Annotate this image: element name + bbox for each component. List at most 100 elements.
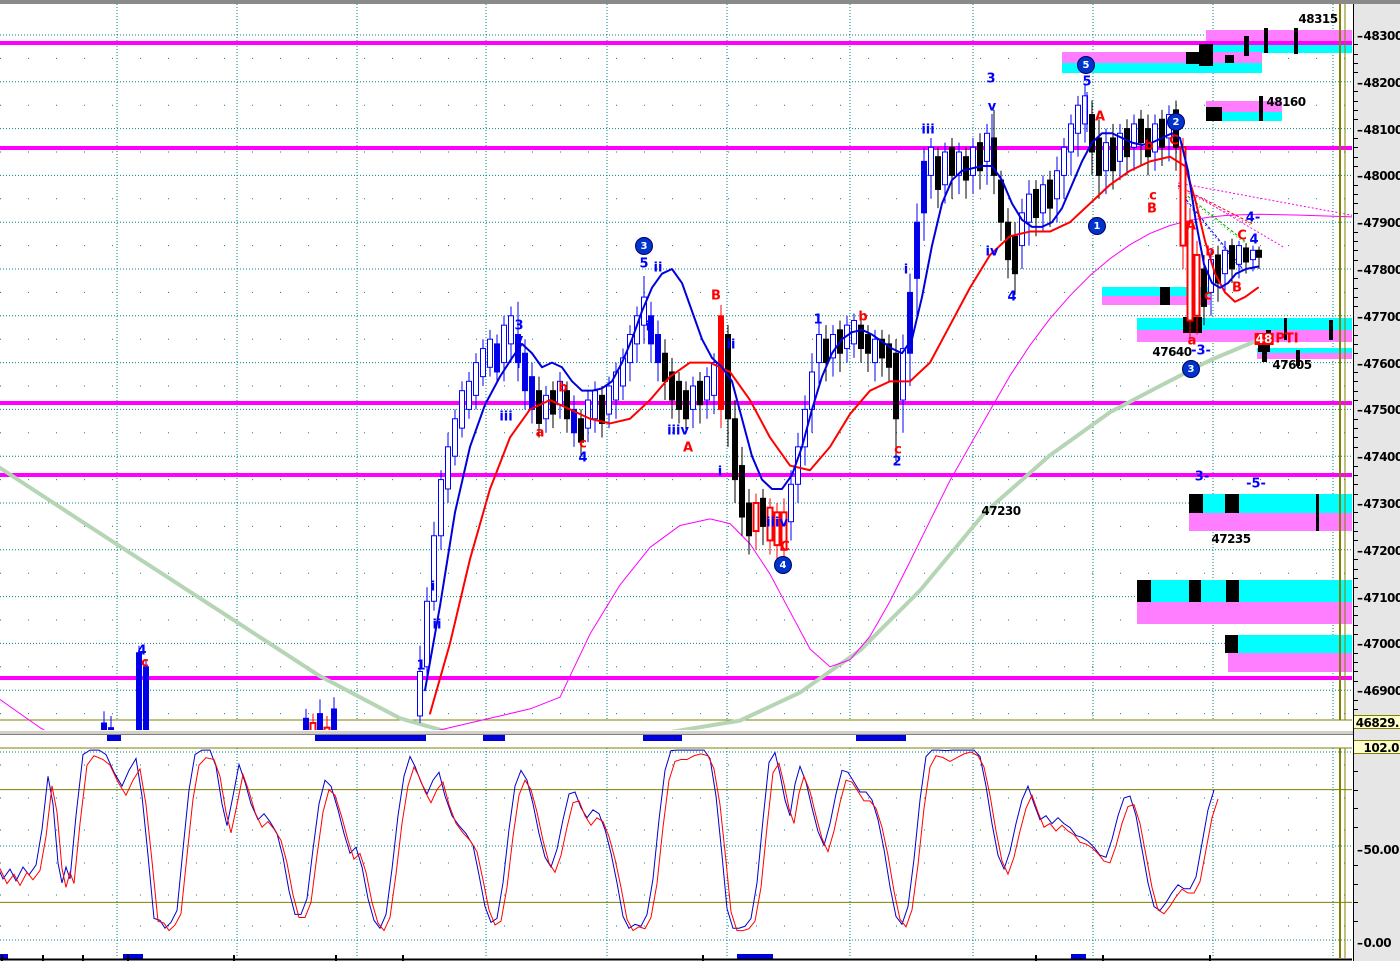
candle-body (935, 156, 941, 190)
wave-label: B (1232, 280, 1242, 296)
candle-body (921, 160, 927, 214)
wave-label: C (1237, 228, 1247, 244)
band-mark (1206, 107, 1222, 121)
wave-label: ii (726, 337, 736, 353)
price-axis-minor-tick (1354, 671, 1358, 673)
price-axis-minor-tick (1354, 568, 1358, 570)
oscillator-axis-minor-tick (1354, 789, 1358, 791)
price-axis-minor-tick (1354, 231, 1358, 233)
wave-label: 3 (986, 71, 996, 87)
price-axis-minor-tick (1354, 465, 1358, 467)
oscillator-axis-minor-tick (1354, 864, 1358, 866)
trend-marker-bar (483, 735, 505, 741)
candle-body (732, 418, 738, 481)
projection-band (1137, 602, 1352, 624)
wave-label: c (1204, 288, 1212, 304)
price-annotation: 47230 (981, 504, 1021, 518)
price-axis-minor-tick (1354, 72, 1358, 74)
wave-circle-label: 4 (774, 556, 792, 574)
band-mark (1316, 494, 1319, 531)
price-axis-minor-tick (1354, 297, 1358, 299)
price-axis-minor-tick (1354, 512, 1358, 514)
candle-body (417, 670, 423, 717)
oscillator-axis-minor-tick (1354, 883, 1358, 885)
candle-body (1243, 247, 1249, 263)
price-axis-minor-tick (1354, 446, 1358, 448)
price-axis-minor-tick (1354, 156, 1358, 158)
candle-body (543, 394, 549, 420)
price-annotation: 48160 (1266, 95, 1306, 109)
wave-label: i (645, 319, 651, 335)
chart-canvas[interactable] (0, 0, 1400, 961)
price-axis-minor-tick (1354, 680, 1358, 682)
wave-label: iiiv (766, 515, 788, 531)
panel-splitter[interactable] (0, 730, 1400, 735)
candle-body (816, 334, 822, 364)
candle-body (1068, 123, 1074, 153)
price-axis-minor-tick (1354, 306, 1358, 308)
price-axis-label: 47900 (1357, 216, 1400, 230)
candle-body (655, 334, 661, 364)
wave-circle-label: 3 (635, 237, 653, 255)
wave-circle-label: 2 (1167, 113, 1185, 131)
projection-band (1189, 494, 1352, 513)
price-axis-minor-tick (1354, 334, 1358, 336)
oscillator-axis-minor-tick (1354, 921, 1358, 923)
candle-body (1179, 146, 1187, 247)
price-axis-minor-tick (1354, 559, 1358, 561)
oscillator-zero-label: 0.00 (1357, 936, 1392, 950)
price-axis-minor-tick (1354, 109, 1358, 111)
price-axis-label: 47600 (1357, 357, 1400, 371)
price-axis-label: 48300 (1357, 29, 1400, 43)
projection-band (1228, 653, 1352, 672)
price-axis-minor-tick (1354, 137, 1358, 139)
price-axis-minor-tick (1354, 278, 1358, 280)
price-axis-label: 47100 (1357, 591, 1400, 605)
price-axis-minor-tick (1354, 240, 1358, 242)
candle-body (452, 418, 458, 457)
trend-marker-bar (737, 954, 773, 959)
candle-body (473, 362, 479, 396)
price-axis-minor-tick (1354, 634, 1358, 636)
projection-band (1257, 348, 1352, 353)
candle-body (585, 399, 591, 429)
candle-body (1103, 142, 1109, 172)
wave-label: 3 (514, 318, 524, 334)
oscillator-axis-minor-tick (1354, 827, 1358, 829)
candle-body (1026, 193, 1032, 223)
candle-body (522, 352, 528, 392)
candle-body (487, 338, 493, 368)
projection-band (1189, 513, 1352, 531)
candle-body (1256, 249, 1262, 258)
band-mark (1199, 44, 1213, 66)
wave-label: i (717, 464, 723, 480)
price-axis-minor-tick (1354, 624, 1358, 626)
candle-body (501, 324, 507, 364)
projection-band (1225, 635, 1352, 653)
candle-body (865, 334, 871, 354)
price-axis-minor-tick (1354, 615, 1358, 617)
price-axis-minor-tick (1354, 147, 1358, 149)
price-axis-minor-tick (1354, 662, 1358, 664)
wave-label: 5 (639, 256, 649, 272)
wave-label: a (535, 425, 545, 441)
price-axis[interactable]: 48300 48200 48100 48000 47900 47800 47700 47600… (1353, 4, 1400, 961)
wave-label: 4- (1245, 210, 1261, 226)
price-axis-minor-tick (1354, 184, 1358, 186)
price-axis-minor-tick (1354, 250, 1358, 252)
price-axis-minor-tick (1354, 212, 1358, 214)
band-mark (1264, 28, 1268, 53)
price-axis-minor-tick (1354, 493, 1358, 495)
price-axis-minor-tick (1354, 428, 1358, 430)
candle-body (1054, 170, 1060, 200)
price-axis-minor-tick (1354, 587, 1358, 589)
price-axis-minor-tick (1354, 699, 1358, 701)
wave-label: C (780, 539, 790, 555)
projection-band (1137, 580, 1352, 602)
price-axis-minor-tick (1354, 119, 1358, 121)
trading-chart-window: 4 c 1 ii i iii 3 v a b c 4 5 ii i Bii i iiiv Aiiiv C 1 b i c 2 ii… (0, 0, 1400, 961)
price-axis-minor-tick (1354, 437, 1358, 439)
price-axis-minor-tick (1354, 203, 1358, 205)
price-axis-label: 48100 (1357, 123, 1400, 137)
trend-channel-line (1177, 182, 1352, 216)
